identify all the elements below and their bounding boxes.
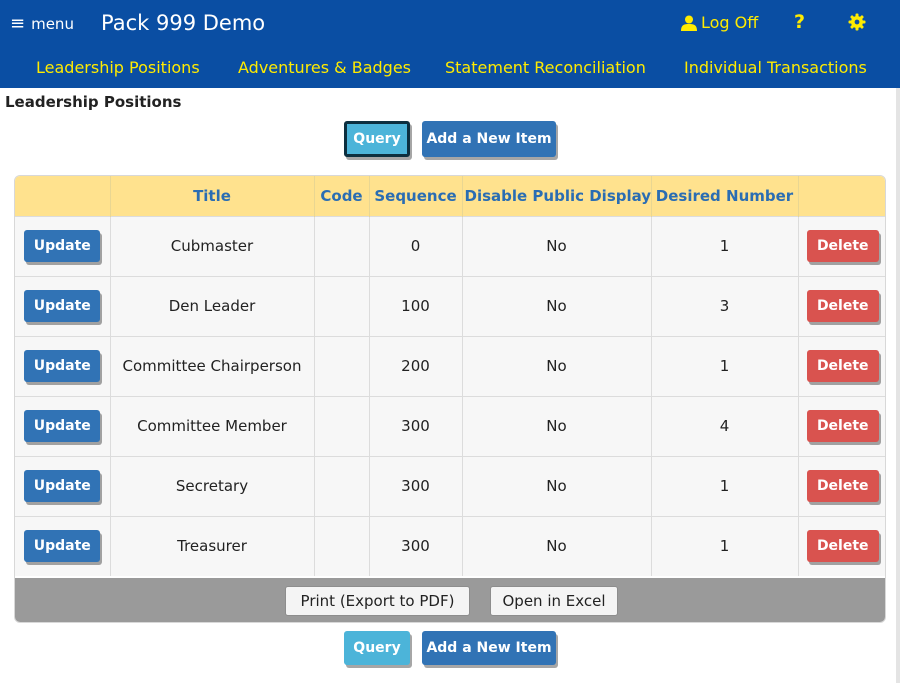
delete-cell: Delete — [798, 275, 885, 336]
sequence-cell: 300 — [369, 455, 463, 516]
disable-public-display-cell: No — [462, 215, 652, 276]
delete-cell: Delete — [798, 455, 885, 516]
table-row: Update Committee Member 300 No 4 Delete — [15, 395, 885, 456]
disable-public-display-cell: No — [462, 335, 652, 396]
update-cell: Update — [15, 395, 111, 456]
delete-cell: Delete — [798, 215, 885, 276]
table-row: Update Den Leader 100 No 3 Delete — [15, 275, 885, 336]
table-row: Update Secretary 300 No 1 Delete — [15, 455, 885, 516]
column-header-update — [15, 176, 111, 216]
column-header-delete — [798, 176, 885, 216]
query-button-bottom[interactable]: Query — [344, 631, 410, 665]
positions-table: Title Code Sequence Disable Public Displ… — [15, 176, 885, 576]
delete-button[interactable]: Delete — [806, 410, 879, 442]
sequence-cell: 100 — [369, 275, 463, 336]
nav-item-statement-reconciliation[interactable]: Statement Reconciliation — [445, 56, 646, 80]
add-item-button-bottom[interactable]: Add a New Item — [422, 631, 556, 665]
column-header-desired-number[interactable]: Desired Number — [651, 176, 799, 216]
delete-button[interactable]: Delete — [806, 470, 879, 502]
delete-cell: Delete — [798, 395, 885, 456]
title-cell: Committee Member — [110, 395, 315, 456]
query-button-top[interactable]: Query — [344, 121, 410, 157]
log-off-link[interactable]: Log Off — [680, 12, 758, 34]
update-cell: Update — [15, 515, 111, 576]
code-cell — [314, 335, 370, 396]
nav-item-adventures-badges[interactable]: Adventures & Badges — [238, 56, 411, 80]
gear-icon[interactable] — [848, 13, 866, 35]
page-title: Leadership Positions — [5, 93, 182, 111]
desired-number-cell: 1 — [651, 215, 799, 276]
add-item-button-top[interactable]: Add a New Item — [422, 121, 556, 157]
title-cell: Secretary — [110, 455, 315, 516]
column-header-disable-public-display[interactable]: Disable Public Display — [462, 176, 652, 216]
sequence-cell: 300 — [369, 395, 463, 456]
update-button[interactable]: Update — [24, 530, 101, 563]
code-cell — [314, 455, 370, 516]
sequence-cell: 0 — [369, 215, 463, 276]
disable-public-display-cell: No — [462, 515, 652, 576]
title-cell: Cubmaster — [110, 215, 315, 276]
sequence-cell: 200 — [369, 335, 463, 396]
menu-label: menu — [31, 15, 74, 33]
column-header-code[interactable]: Code — [314, 176, 370, 216]
desired-number-cell: 1 — [651, 335, 799, 396]
disable-public-display-cell: No — [462, 275, 652, 336]
user-icon — [681, 15, 697, 31]
menu-button[interactable]: ≡ menu — [10, 12, 74, 36]
code-cell — [314, 215, 370, 276]
table-header-row: Title Code Sequence Disable Public Displ… — [15, 176, 885, 216]
update-cell: Update — [15, 215, 111, 276]
nav-item-leadership-positions[interactable]: Leadership Positions — [36, 56, 200, 80]
delete-cell: Delete — [798, 515, 885, 576]
help-button[interactable]: ? — [794, 10, 805, 34]
nav-bar: Leadership Positions Adventures & Badges… — [0, 56, 900, 80]
log-off-label: Log Off — [701, 13, 759, 32]
title-cell: Treasurer — [110, 515, 315, 576]
print-export-pdf-button[interactable]: Print (Export to PDF) — [285, 586, 470, 616]
hamburger-icon: ≡ — [10, 13, 26, 34]
update-cell: Update — [15, 455, 111, 516]
delete-button[interactable]: Delete — [806, 530, 879, 563]
update-button[interactable]: Update — [24, 290, 101, 322]
open-in-excel-button[interactable]: Open in Excel — [490, 586, 618, 616]
title-cell: Committee Chairperson — [110, 335, 315, 396]
desired-number-cell: 1 — [651, 515, 799, 576]
column-header-title[interactable]: Title — [110, 176, 315, 216]
desired-number-cell: 1 — [651, 455, 799, 516]
desired-number-cell: 4 — [651, 395, 799, 456]
update-button[interactable]: Update — [24, 410, 101, 442]
scrollbar-track[interactable] — [896, 88, 900, 683]
delete-button[interactable]: Delete — [806, 290, 879, 322]
nav-item-individual-transactions[interactable]: Individual Transactions — [684, 56, 867, 80]
update-cell: Update — [15, 275, 111, 336]
table-row: Update Cubmaster 0 No 1 Delete — [15, 215, 885, 276]
disable-public-display-cell: No — [462, 395, 652, 456]
update-button[interactable]: Update — [24, 470, 101, 502]
delete-cell: Delete — [798, 335, 885, 396]
positions-grid: Title Code Sequence Disable Public Displ… — [14, 175, 886, 623]
delete-button[interactable]: Delete — [806, 230, 879, 262]
code-cell — [314, 515, 370, 576]
table-row: Update Committee Chairperson 200 No 1 Delete — [15, 335, 885, 396]
table-row: Update Treasurer 300 No 1 Delete — [15, 515, 885, 576]
app-title: Pack 999 Demo — [101, 11, 266, 35]
desired-number-cell: 3 — [651, 275, 799, 336]
code-cell — [314, 275, 370, 336]
update-button[interactable]: Update — [24, 350, 101, 382]
grid-footer: Print (Export to PDF) Open in Excel — [15, 578, 885, 622]
delete-button[interactable]: Delete — [806, 350, 879, 382]
title-cell: Den Leader — [110, 275, 315, 336]
top-bar: ≡ menu Pack 999 Demo Log Off ? Leadershi… — [0, 0, 900, 88]
column-header-sequence[interactable]: Sequence — [369, 176, 463, 216]
update-cell: Update — [15, 335, 111, 396]
disable-public-display-cell: No — [462, 455, 652, 516]
code-cell — [314, 395, 370, 456]
sequence-cell: 300 — [369, 515, 463, 576]
update-button[interactable]: Update — [24, 230, 101, 262]
